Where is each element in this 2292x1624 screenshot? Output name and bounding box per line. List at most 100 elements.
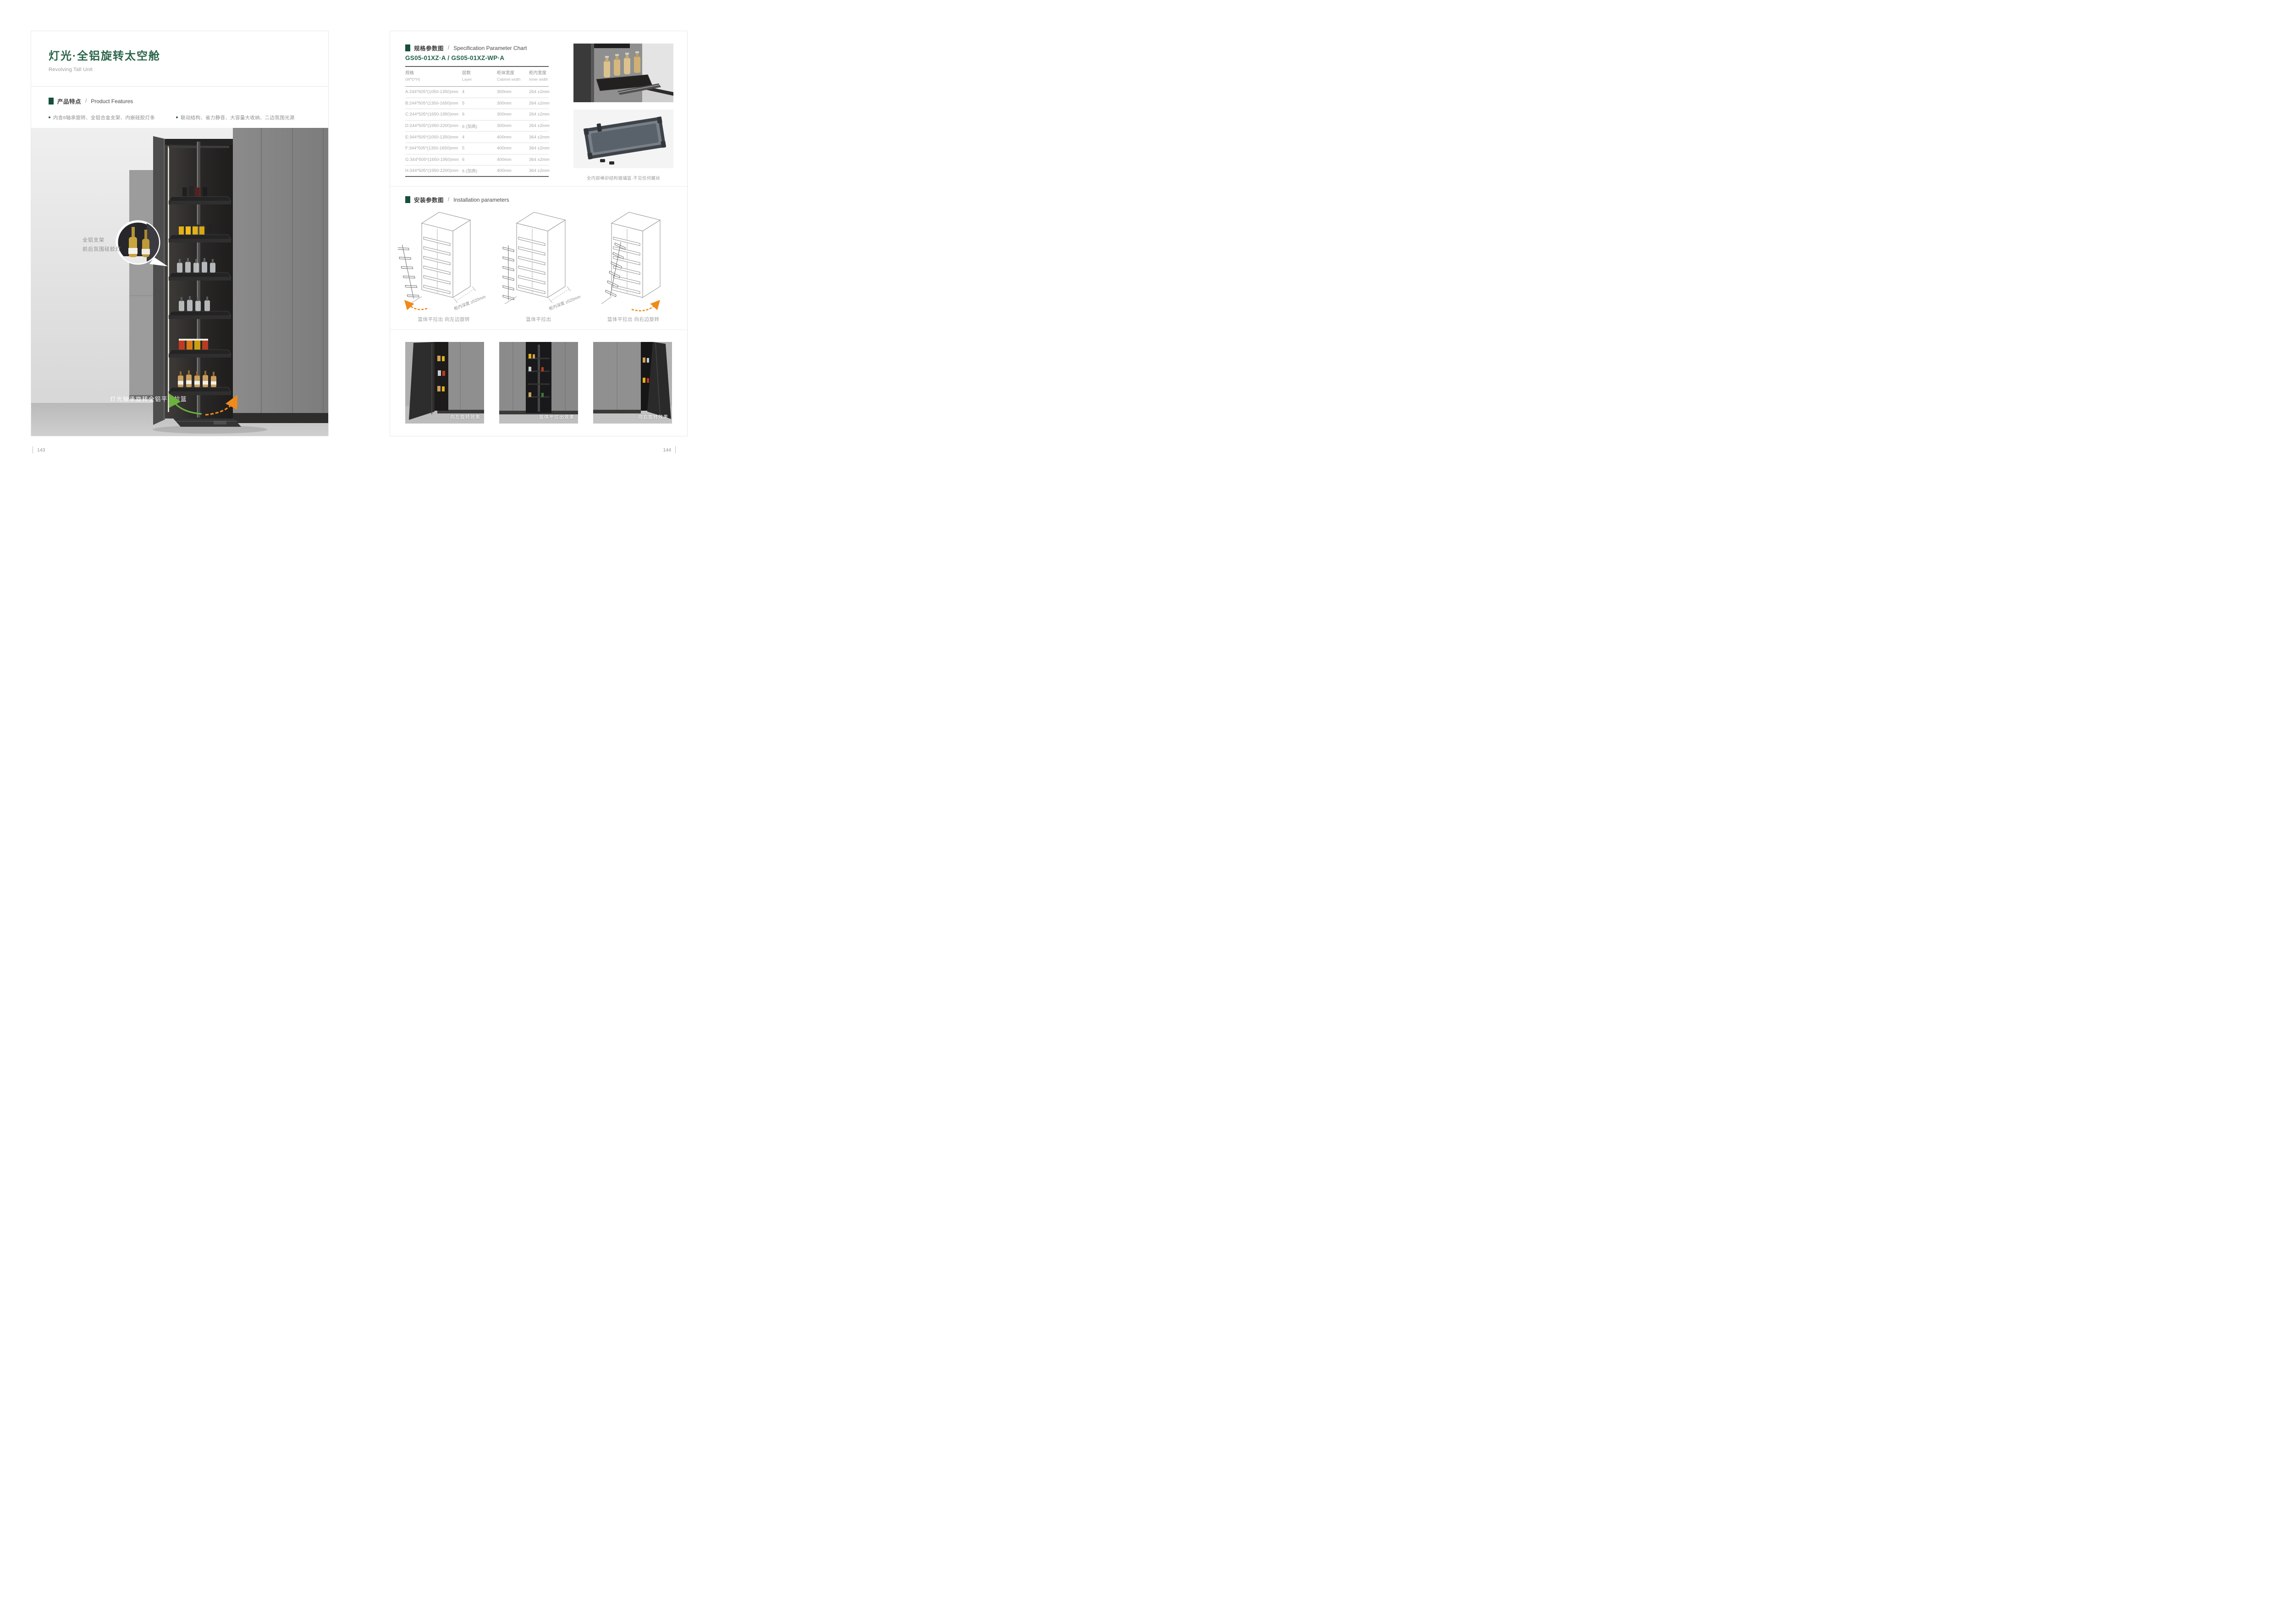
depth-dimension-label: 柜内深度 ≥520mm <box>453 294 486 311</box>
col-header-zh: 柜体宽度 <box>497 70 529 77</box>
hero-photo-illustration: 全铝支架 前后氛围硅胶灯 灯光轴承旋转全铝平开拉篮 <box>31 128 328 436</box>
page-subtitle: Revolving Tall Unit <box>49 67 328 72</box>
spec-table-row: H:344*505*(1950-2200)mm 6 (加高) 400mm 364… <box>405 165 549 177</box>
diagram-caption: 篮体平拉出 <box>526 316 551 323</box>
bullet-dot-icon <box>49 116 50 118</box>
cell-cabinet-width: 400mm <box>497 168 529 173</box>
spec-table-row: E:344*505*(1050-1350)mm 4 400mm 364 ±2mm <box>405 132 549 143</box>
effect-photo-pullout: 篮体平拉出效果 <box>499 342 578 424</box>
feature-bullet: 联动结构、省力静音、大容量大收纳、二边氛围光源 <box>176 114 294 121</box>
cell-spec: A:244*505*(1050-1350)mm <box>405 89 462 94</box>
cell-inner-width: 264 ±2mm <box>529 89 550 94</box>
installation-diagrams: 柜内深度 ≥520mm 篮体平拉出 向左边旋转 <box>397 207 681 323</box>
section-marker-icon <box>405 44 410 51</box>
bottom-slide-rail <box>173 418 241 427</box>
features-heading: 产品特点 / Product Features <box>49 97 314 105</box>
cell-layer: 6 <box>462 112 497 117</box>
cell-layer: 5 <box>462 101 497 106</box>
pulled-basket-stack <box>398 244 419 300</box>
page-title: 灯光·全铝旋转太空舱 <box>49 47 328 63</box>
right-cabinet-bank <box>233 128 328 423</box>
install-heading-zh: 安装参数图 <box>414 195 444 204</box>
page-number-right: 144 <box>663 446 676 453</box>
diagram-caption: 篮体平拉出 向左边旋转 <box>418 316 470 323</box>
bullet-dot-icon <box>176 116 178 118</box>
product-features-section: 产品特点 / Product Features 内含8轴承旋转、全铝合金支架、内… <box>49 97 314 121</box>
diagram-pullout-rotate-left: 柜内深度 ≥520mm 篮体平拉出 向左边旋转 <box>397 207 491 323</box>
col-header: 柜体宽度 Cabinet width <box>497 70 529 83</box>
left-page-header: 灯光·全铝旋转太空舱 Revolving Tall Unit <box>31 31 328 87</box>
cell-cabinet-width: 300mm <box>497 89 529 94</box>
features-heading-en: Product Features <box>91 98 133 105</box>
cell-layer: 6 <box>462 157 497 162</box>
cell-spec: F:344*505*(1350-1650)mm <box>405 146 462 151</box>
cell-spec: G:344*505*(1650-1950)mm <box>405 157 462 162</box>
spec-table-header: 规格 (W*D*H) 层数 Layer 柜体宽度 Cabinet width 柜… <box>405 66 549 87</box>
diagram-pullout-rotate-right: 篮体平拉出 向右边旋转 <box>586 207 681 323</box>
page-number-bar <box>675 446 676 453</box>
spec-table-row: G:344*505*(1650-1950)mm 6 400mm 364 ±2mm <box>405 154 549 166</box>
heading-separator: / <box>85 99 87 104</box>
cell-layer: 6 (加高) <box>462 167 497 174</box>
heading-separator: / <box>448 45 449 51</box>
rotate-right-arrow-icon <box>632 303 657 311</box>
cell-spec: E:344*505*(1050-1350)mm <box>405 135 462 140</box>
spec-table-row: C:244*505*(1650-1950)mm 6 300mm 264 ±2mm <box>405 109 549 121</box>
cell-cabinet-width: 400mm <box>497 146 529 151</box>
cell-inner-width: 264 ±2mm <box>529 112 550 117</box>
hero-product-photo: 全铝支架 前后氛围硅胶灯 灯光轴承旋转全铝平开拉篮 <box>31 128 328 436</box>
cell-inner-width: 364 ±2mm <box>529 135 550 140</box>
col-header-en: (W*D*H) <box>405 77 462 83</box>
features-bullets: 内含8轴承旋转、全铝合金支架、内嵌硅胶灯条 联动结构、省力静音、大容量大收纳、二… <box>49 114 314 121</box>
effect-photo-rotate-left: 向左旋转效果 <box>405 342 484 424</box>
effect-photo-rotate-right: 向右旋转效果 <box>593 342 672 424</box>
col-header-zh: 层数 <box>462 70 497 77</box>
effect-caption: 向右旋转效果 <box>638 413 668 420</box>
page-number-left: 143 <box>33 446 45 453</box>
left-page: 灯光·全铝旋转太空舱 Revolving Tall Unit 产品特点 / Pr… <box>31 31 329 436</box>
spec-photo-basket-in-cabinet <box>573 44 673 105</box>
section-marker-icon <box>49 98 54 105</box>
effect-caption: 篮体平拉出效果 <box>539 413 574 420</box>
cell-layer: 6 (加高) <box>462 123 497 129</box>
cell-spec: H:344*505*(1950-2200)mm <box>405 168 462 173</box>
page-number-text: 143 <box>37 447 45 453</box>
feature-bullet-text: 内含8轴承旋转、全铝合金支架、内嵌硅胶灯条 <box>53 114 155 121</box>
cell-inner-width: 364 ±2mm <box>529 146 550 151</box>
page-number-text: 144 <box>663 447 671 453</box>
feature-bullet-text: 联动结构、省力静音、大容量大收纳、二边氛围光源 <box>181 114 294 121</box>
spec-heading-en: Specification Parameter Chart <box>453 45 527 51</box>
cell-layer: 5 <box>462 146 497 151</box>
cell-cabinet-width: 300mm <box>497 123 529 128</box>
col-header-en: Inner width <box>529 77 549 83</box>
cell-spec: D:244*505*(1950-2200)mm <box>405 123 462 128</box>
cell-inner-width: 364 ±2mm <box>529 157 550 162</box>
section-divider <box>390 186 687 187</box>
open-door-panel <box>153 136 165 425</box>
spec-table-row: F:344*505*(1350-1650)mm 5 400mm 364 ±2mm <box>405 143 549 154</box>
heading-separator: / <box>448 197 449 203</box>
right-page: 规格参数图 / Specification Parameter Chart GS… <box>390 31 688 436</box>
cell-inner-width: 264 ±2mm <box>529 101 550 106</box>
model-number: GS05-01XZ·A / GS05-01XZ-WP·A <box>405 55 504 61</box>
cell-inner-width: 264 ±2mm <box>529 123 550 128</box>
effect-photos-row: 向左旋转效果 <box>405 342 672 424</box>
col-header: 规格 (W*D*H) <box>405 70 462 83</box>
col-header: 柜内宽度 Inner width <box>529 70 549 83</box>
callout-label-line1: 全铝支架 <box>83 237 105 243</box>
features-heading-zh: 产品特点 <box>57 97 81 105</box>
depth-dimension-label: 柜内深度 ≥520mm <box>548 294 581 311</box>
spec-photos: 全内部棒卯结构玻璃篮·不见任何螺丝 <box>573 44 673 181</box>
diagram-pullout-straight: 柜内深度 ≥520mm 篮体平拉出 <box>491 207 586 323</box>
cell-inner-width: 364 ±2mm <box>529 168 550 173</box>
spec-photo-caption: 全内部棒卯结构玻璃篮·不见任何螺丝 <box>573 175 673 181</box>
install-heading-en: Installation parameters <box>453 197 509 203</box>
effect-caption: 向左旋转效果 <box>450 413 480 420</box>
install-section-heading: 安装参数图 / Installation parameters <box>405 195 509 204</box>
spec-photo-glass-basket <box>573 110 673 171</box>
section-marker-icon <box>405 196 410 203</box>
col-header-zh: 规格 <box>405 70 462 77</box>
cell-layer: 4 <box>462 89 497 94</box>
spec-section-heading: 规格参数图 / Specification Parameter Chart <box>405 44 527 52</box>
cell-spec: B:244*505*(1350-1650)mm <box>405 101 462 106</box>
